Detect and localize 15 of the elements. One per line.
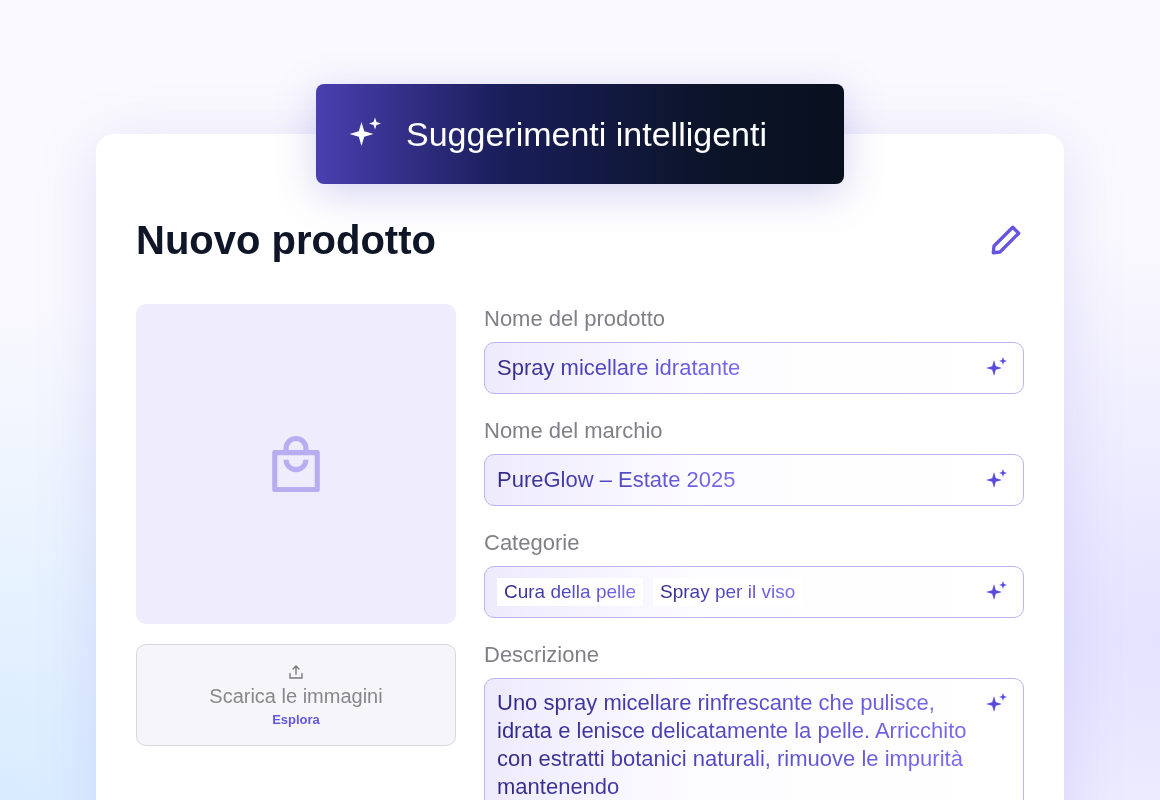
upload-dropzone[interactable]: Scarica le immagini Esplora	[136, 644, 456, 746]
field-label: Nome del prodotto	[484, 305, 666, 333]
field-label: Descrizione	[484, 641, 600, 669]
field-label: Nome del marchio	[484, 417, 664, 445]
upload-icon	[287, 663, 305, 681]
field-label: Categorie	[484, 529, 581, 557]
upload-label: Scarica le immagini	[209, 685, 383, 708]
text-field[interactable]: PureGlow – Estate 2025	[484, 454, 1024, 506]
badge-label: Suggerimenti intelligenti	[406, 114, 767, 154]
browse-link[interactable]: Esplora	[272, 712, 320, 727]
description-field[interactable]: Uno spray micellare rinfrescante che pulisce, idrata e lenisce delicatamente la pelle. Arricchito con estratti botanici naturali, rimuove le impurità mantenendo	[484, 678, 1024, 800]
category-tag: Cura della pelle	[497, 578, 644, 606]
category-field[interactable]: Cura della pelle Spray per il viso	[484, 566, 1024, 618]
form-title: Nuovo prodotto	[136, 217, 436, 263]
text-field[interactable]: Spray micellare idratante	[484, 342, 1024, 394]
